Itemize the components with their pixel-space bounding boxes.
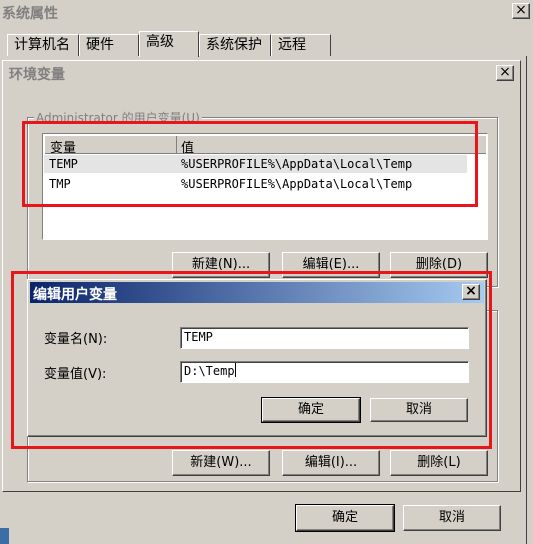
button-label: 取消 <box>438 510 465 525</box>
button-label: 删除(D) <box>415 257 463 272</box>
edit-dialog-title: 编辑用户变量 <box>33 287 117 303</box>
tab-computer-name[interactable]: 计算机名 <box>7 34 79 56</box>
button-label: 编辑(E)... <box>302 257 360 272</box>
button-label: 取消 <box>405 402 432 417</box>
user-vars-list[interactable]: 变量 值 TEMP %USERPROFILE%\AppData\Local\Te… <box>42 133 488 240</box>
button-label: 新建(N)... <box>191 257 251 272</box>
sysprops-cancel-button[interactable]: 取消 <box>403 505 501 531</box>
tab-label: 系统保护 <box>206 37 262 53</box>
tab-label: 远程 <box>278 37 306 53</box>
column-header-label: 值 <box>181 141 195 156</box>
tab-label: 计算机名 <box>14 37 70 53</box>
var-value: %USERPROFILE%\AppData\Local\Temp <box>181 177 413 191</box>
column-header-value[interactable]: 值 <box>176 135 486 156</box>
var-name-value: TEMP <box>184 330 213 344</box>
sysprops-close-icon[interactable]: × <box>512 3 530 19</box>
var-name-input[interactable]: TEMP <box>180 327 469 349</box>
button-label: 删除(L) <box>417 455 461 470</box>
var-value-label: 变量值(V): <box>44 367 107 382</box>
button-label: 确定 <box>331 510 358 525</box>
sysprops-titlebar: 系统属性 <box>0 0 533 24</box>
var-value: %USERPROFILE%\AppData\Local\Temp <box>181 157 413 171</box>
list-item[interactable]: TMP %USERPROFILE%\AppData\Local\Temp <box>44 175 467 193</box>
sys-new-button[interactable]: 新建(W)... <box>172 450 270 476</box>
sysprops-title: 系统属性 <box>2 6 58 22</box>
column-header-name[interactable]: 变量 <box>44 135 177 156</box>
edit-ok-button[interactable]: 确定 <box>261 397 361 423</box>
column-header-label: 变量 <box>50 141 77 156</box>
user-vars-group-label: Administrator 的用户变量(U) <box>34 109 202 126</box>
var-name: TEMP <box>49 157 78 171</box>
button-label: 新建(W)... <box>190 455 252 470</box>
sysprops-panel-edge <box>525 56 527 544</box>
tab-advanced[interactable]: 高级 <box>139 31 199 57</box>
text-cursor <box>234 363 236 377</box>
envvars-title: 环境变量 <box>9 67 65 83</box>
edit-dialog-titlebar: 编辑用户变量 <box>30 282 484 303</box>
tab-system-protection[interactable]: 系统保护 <box>199 34 271 56</box>
envvars-close-icon[interactable]: × <box>496 65 514 81</box>
tab-label: 高级 <box>146 34 174 50</box>
taskbar-fragment <box>0 528 9 544</box>
var-value-input[interactable]: D:\Temp <box>180 361 469 383</box>
sysprops-ok-button[interactable]: 确定 <box>295 504 395 532</box>
tab-remote[interactable]: 远程 <box>271 34 331 56</box>
var-name: TMP <box>49 177 71 191</box>
edit-cancel-button[interactable]: 取消 <box>370 398 468 422</box>
sys-edit-button[interactable]: 编辑(I)... <box>282 450 380 476</box>
tab-label: 硬件 <box>86 37 114 53</box>
user-new-button[interactable]: 新建(N)... <box>172 252 270 278</box>
tab-hardware[interactable]: 硬件 <box>79 34 139 56</box>
var-name-label: 变量名(N): <box>44 332 108 347</box>
var-value-value: D:\Temp <box>184 364 235 378</box>
sys-delete-button[interactable]: 删除(L) <box>390 450 488 476</box>
envvars-titlebar: 环境变量 <box>5 63 518 83</box>
list-header: 变量 值 <box>44 135 486 156</box>
button-label: 确定 <box>297 402 324 417</box>
edit-dialog-close-icon[interactable]: × <box>462 284 480 300</box>
button-label: 编辑(I)... <box>304 455 358 470</box>
user-delete-button[interactable]: 删除(D) <box>390 252 488 278</box>
user-edit-button[interactable]: 编辑(E)... <box>282 252 380 278</box>
list-item[interactable]: TEMP %USERPROFILE%\AppData\Local\Temp <box>44 155 467 173</box>
